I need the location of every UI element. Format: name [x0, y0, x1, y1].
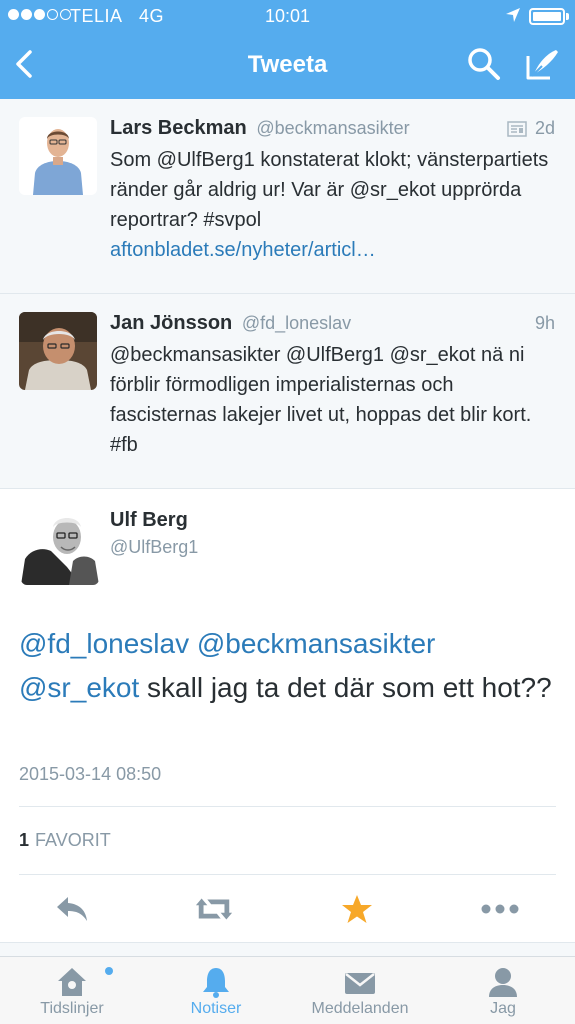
tweet-text: @fd_loneslav @beckmansasikter @sr_ekot s…: [19, 622, 559, 710]
content-bottom-spacer: [0, 942, 575, 956]
bell-icon: [203, 968, 229, 998]
author-name: Lars Beckman: [110, 117, 247, 139]
mention-link[interactable]: @fd_loneslav: [19, 628, 189, 659]
home-icon: [58, 968, 86, 996]
notification-dot: [105, 967, 113, 975]
author-handle: @beckmansasikter: [256, 118, 410, 138]
tweet-body: skall jag ta det där som ett hot??: [139, 672, 552, 703]
star-icon: [342, 895, 372, 923]
avatar[interactable]: [21, 507, 99, 585]
summary-card-icon: [507, 120, 527, 137]
mention-link[interactable]: @sr_ekot: [19, 672, 139, 703]
author-name[interactable]: Ulf Berg: [110, 509, 188, 532]
tweet-time: 2d: [507, 118, 555, 139]
tweet-text: @beckmansasikter @UlfBerg1 @sr_ekot nä n…: [110, 344, 532, 456]
person-icon: [489, 968, 517, 997]
tweet-timestamp: 2015-03-14 08:50: [19, 764, 162, 784]
battery-icon: [529, 8, 565, 25]
tweet-author[interactable]: Jan Jönsson @fd_loneslav: [110, 312, 351, 335]
tweet-text: Som @UlfBerg1 konstaterat klokt; vänster…: [110, 149, 549, 261]
avatar[interactable]: [19, 312, 97, 390]
retweet-icon: [195, 898, 233, 920]
avatar[interactable]: [19, 117, 97, 195]
tweet-author[interactable]: Lars Beckman @beckmansasikter: [110, 117, 410, 140]
tab-notiser[interactable]: Notiser: [156, 957, 276, 1024]
battery-nub: [566, 13, 569, 20]
tweet-time: 9h: [534, 313, 555, 333]
tab-tidslinjer[interactable]: Tidslinjer: [12, 957, 132, 1024]
context-tweet[interactable]: Jan Jönsson @fd_loneslav 9h @beckmansasi…: [0, 294, 575, 489]
divider: [19, 806, 556, 807]
author-name: Jan Jönsson: [110, 312, 233, 334]
reply-button[interactable]: [52, 891, 92, 927]
tab-bar: Tidslinjer Notiser Meddelanden Jag: [0, 956, 575, 1024]
status-bar: TELIA 4G 10:01: [0, 0, 575, 32]
location-arrow-icon: [506, 8, 520, 22]
tab-meddelanden[interactable]: Meddelanden: [300, 957, 420, 1024]
main-tweet: Ulf Berg @UlfBerg1 @fd_loneslav @beckman…: [0, 489, 575, 942]
retweet-button[interactable]: [194, 891, 234, 927]
favorite-button[interactable]: [337, 891, 377, 927]
compose-tweet-icon[interactable]: [522, 44, 562, 84]
author-handle: @fd_loneslav: [241, 313, 352, 333]
context-tweet[interactable]: Lars Beckman @beckmansasikter 2d Som @Ul…: [0, 99, 575, 294]
mention-link[interactable]: @beckmansasikter: [197, 628, 436, 659]
tab-jag[interactable]: Jag: [443, 957, 563, 1024]
author-handle[interactable]: @UlfBerg1: [110, 537, 198, 558]
divider: [19, 874, 556, 875]
status-time: 10:01: [264, 6, 311, 26]
more-button[interactable]: [480, 891, 520, 927]
tweet-link[interactable]: aftonbladet.se/nyheter/articl…: [110, 239, 376, 261]
more-icon: [481, 904, 519, 914]
reply-icon: [57, 897, 87, 921]
favorites-count[interactable]: 1 FAVORIT: [19, 830, 111, 851]
search-icon[interactable]: [466, 46, 502, 82]
header-bar: TELIA 4G 10:01 Tweeta: [0, 0, 575, 99]
envelope-icon: [345, 973, 375, 994]
